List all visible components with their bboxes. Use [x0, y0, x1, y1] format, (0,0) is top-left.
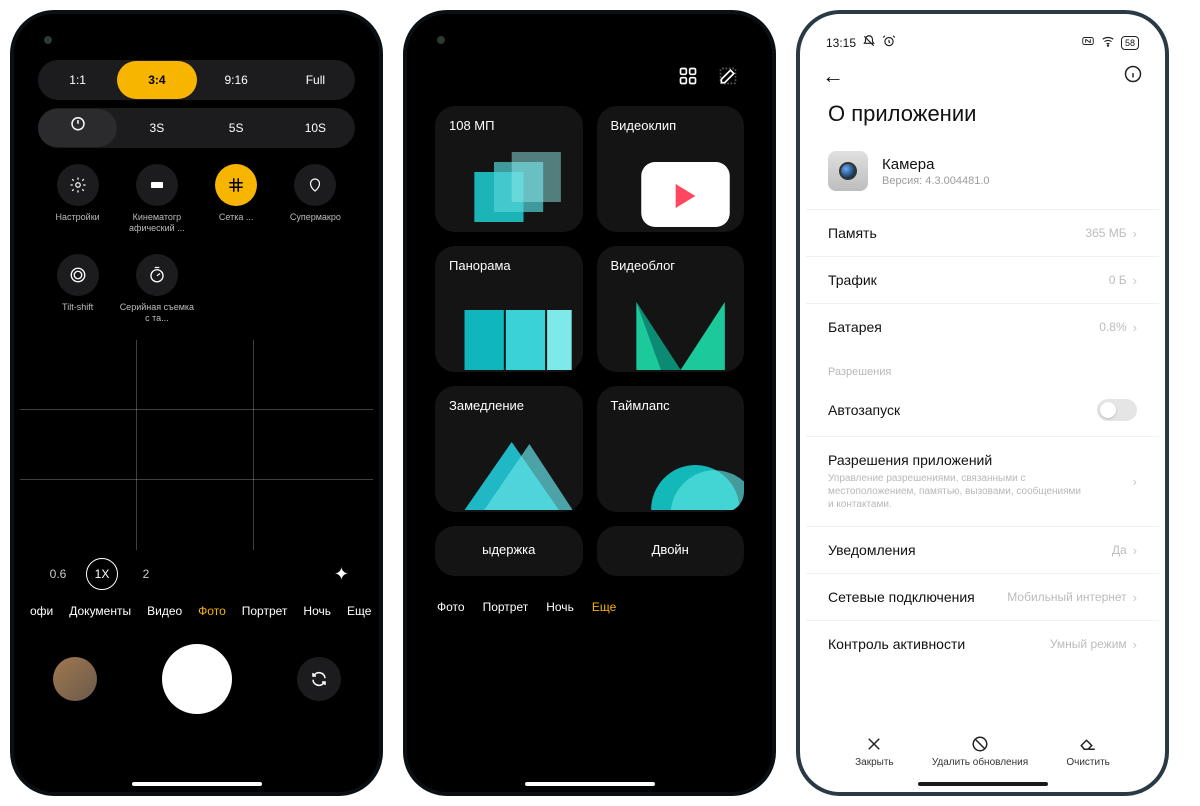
- footer-close[interactable]: Закрыть: [855, 735, 894, 768]
- phone-camera-more-modes: 108 МП Видеоклип Панорама Видеоблог Заме…: [403, 10, 776, 796]
- chevron-right-icon: ›: [1133, 474, 1137, 489]
- autostart-toggle[interactable]: [1097, 399, 1137, 421]
- app-version: Версия: 4.3.004481.0: [882, 175, 990, 187]
- row-network[interactable]: Сетевые подключения Мобильный интернет ›: [806, 573, 1159, 620]
- chevron-right-icon: ›: [1133, 590, 1137, 605]
- viewfinder[interactable]: [20, 340, 373, 550]
- zoom-1x[interactable]: 1X: [86, 558, 118, 590]
- mode-photo[interactable]: Фото: [198, 604, 226, 618]
- status-time: 13:15: [826, 36, 856, 50]
- shutter-button[interactable]: [162, 644, 232, 714]
- front-camera-dot: [437, 36, 445, 44]
- app-name: Камера: [882, 156, 990, 173]
- camera-app-icon: [828, 151, 868, 191]
- home-indicator[interactable]: [132, 782, 262, 786]
- ratio-9-16[interactable]: 9:16: [197, 61, 276, 99]
- mode-cards: 108 МП Видеоклип Панорама Видеоблог Заме…: [413, 96, 766, 586]
- top-actions: [413, 20, 766, 96]
- tool-grid[interactable]: Сетка ...: [197, 164, 276, 234]
- chevron-right-icon: ›: [1133, 273, 1137, 288]
- header: ←: [806, 57, 1159, 99]
- mode-night[interactable]: Ночь: [303, 604, 331, 618]
- phone-camera-settings: 1:1 3:4 9:16 Full 3S 5S 10S Настройки Ки…: [10, 10, 383, 796]
- footer-uninstall-updates[interactable]: Удалить обновления: [932, 735, 1028, 768]
- card-vlog[interactable]: Видеоблог: [597, 246, 745, 372]
- row-autostart[interactable]: Автозапуск: [806, 384, 1159, 436]
- card-108mp[interactable]: 108 МП: [435, 106, 583, 232]
- info-icon[interactable]: [1123, 64, 1143, 89]
- footer-actions: Закрыть Удалить обновления Очистить: [806, 735, 1159, 768]
- front-camera-dot: [44, 36, 52, 44]
- shutter-row: [20, 624, 373, 734]
- footer-clear[interactable]: Очистить: [1066, 735, 1110, 768]
- mode-video[interactable]: Видео: [147, 604, 182, 618]
- home-indicator[interactable]: [525, 782, 655, 786]
- card-exposure[interactable]: ыдержка: [435, 526, 583, 576]
- nfc-icon: [1081, 34, 1095, 51]
- card-dual[interactable]: Двойн: [597, 526, 745, 576]
- mode-pro[interactable]: офи: [30, 604, 53, 618]
- chevron-right-icon: ›: [1133, 226, 1137, 241]
- back-button[interactable]: ←: [822, 63, 844, 89]
- app-header: Камера Версия: 4.3.004481.0: [806, 145, 1159, 209]
- alarm-icon: [882, 34, 896, 51]
- mode-portrait[interactable]: Портрет: [242, 604, 288, 618]
- tools-row-1: Настройки Кинематогр афический ... Сетка…: [20, 154, 373, 244]
- tools-row-2: Tilt-shift Серийная съемка с та...: [20, 244, 373, 334]
- zoom-2[interactable]: 2: [132, 567, 160, 581]
- tool-cinema[interactable]: Кинематогр афический ...: [117, 164, 196, 234]
- ratio-1-1[interactable]: 1:1: [38, 61, 117, 99]
- mode-night[interactable]: Ночь: [546, 600, 574, 614]
- ratio-full[interactable]: Full: [276, 61, 355, 99]
- mode-more[interactable]: Еще: [347, 604, 371, 618]
- mute-icon: [862, 34, 876, 51]
- mode-more[interactable]: Еще: [592, 600, 616, 614]
- timer-segment[interactable]: 3S 5S 10S: [38, 108, 355, 148]
- wifi-icon: [1101, 34, 1115, 51]
- row-storage[interactable]: Память 365 МБ ›: [806, 209, 1159, 256]
- page-title: О приложении: [806, 99, 1159, 145]
- phone-app-info: 13:15 58 ←: [796, 10, 1169, 796]
- tool-tiltshift[interactable]: Tilt-shift: [38, 254, 117, 324]
- mode-strip[interactable]: Фото Портрет Ночь Еще: [413, 586, 766, 628]
- timer-10s[interactable]: 10S: [276, 109, 355, 147]
- tool-supermacro[interactable]: Супермакро: [276, 164, 355, 234]
- card-panorama[interactable]: Панорама: [435, 246, 583, 372]
- row-activity[interactable]: Контроль активности Умный режим ›: [806, 620, 1159, 667]
- card-timelapse[interactable]: Таймлапс: [597, 386, 745, 512]
- mode-photo[interactable]: Фото: [437, 600, 465, 614]
- section-permissions-label: Разрешения: [806, 350, 1159, 384]
- zoom-row: 0.6 1X 2 ✦: [20, 550, 373, 598]
- battery-indicator: 58: [1121, 36, 1139, 50]
- row-notifications[interactable]: Уведомления Да ›: [806, 526, 1159, 573]
- tool-burst[interactable]: Серийная съемка с та...: [117, 254, 196, 324]
- timer-3s[interactable]: 3S: [117, 109, 196, 147]
- effects-icon[interactable]: ✦: [334, 564, 349, 585]
- home-indicator[interactable]: [918, 782, 1048, 786]
- row-battery[interactable]: Батарея 0.8% ›: [806, 303, 1159, 350]
- card-slowmo[interactable]: Замедление: [435, 386, 583, 512]
- grid-view-icon[interactable]: [678, 66, 698, 86]
- mode-portrait[interactable]: Портрет: [483, 600, 529, 614]
- zoom-0-6[interactable]: 0.6: [44, 567, 72, 581]
- timer-5s[interactable]: 5S: [197, 109, 276, 147]
- tool-settings[interactable]: Настройки: [38, 164, 117, 234]
- chevron-right-icon: ›: [1133, 637, 1137, 652]
- row-app-permissions[interactable]: Разрешения приложений Управление разреше…: [806, 436, 1159, 526]
- mode-documents[interactable]: Документы: [69, 604, 131, 618]
- edit-icon[interactable]: [718, 66, 738, 86]
- status-bar: 13:15 58: [806, 20, 1159, 57]
- chevron-right-icon: ›: [1133, 320, 1137, 335]
- mode-strip[interactable]: офи Документы Видео Фото Портрет Ночь Ещ…: [20, 598, 373, 624]
- gallery-thumbnail[interactable]: [53, 657, 97, 701]
- ratio-3-4[interactable]: 3:4: [117, 61, 196, 99]
- timer-off[interactable]: [38, 109, 117, 147]
- chevron-right-icon: ›: [1133, 543, 1137, 558]
- aspect-ratio-segment[interactable]: 1:1 3:4 9:16 Full: [38, 60, 355, 100]
- switch-camera-button[interactable]: [297, 657, 341, 701]
- row-traffic[interactable]: Трафик 0 Б ›: [806, 256, 1159, 303]
- card-videoclip[interactable]: Видеоклип: [597, 106, 745, 232]
